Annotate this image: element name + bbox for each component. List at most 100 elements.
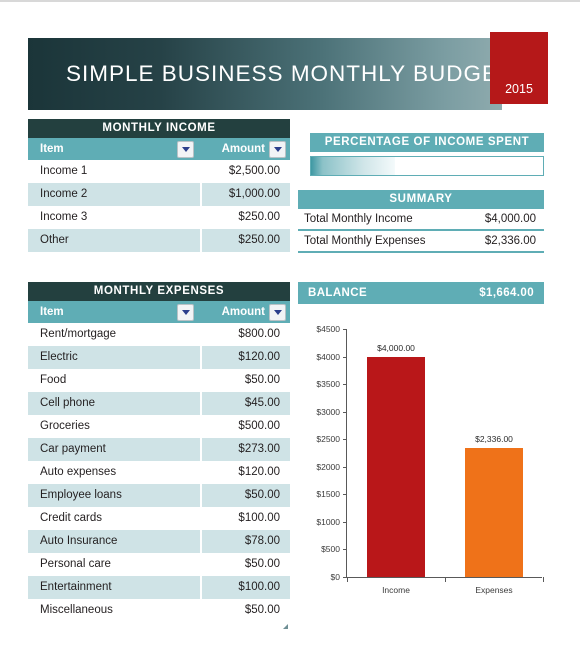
percentage-spent-fill — [311, 157, 395, 175]
percentage-spent-title: PERCENTAGE OF INCOME SPENT — [310, 133, 544, 152]
resize-handle-icon[interactable] — [283, 624, 288, 629]
table-row[interactable]: Cell phone $45.00 — [28, 392, 290, 415]
table-row[interactable]: Credit cards $100.00 — [28, 507, 290, 530]
table-row[interactable]: Auto Insurance $78.00 — [28, 530, 290, 553]
chart-y-tick-label: $1500 — [316, 489, 347, 499]
expenses-col-item-label: Item — [40, 306, 64, 318]
filter-dropdown-icon[interactable] — [177, 303, 194, 321]
income-item-name: Other — [28, 229, 200, 252]
table-row[interactable]: Electric $120.00 — [28, 346, 290, 369]
income-col-amount: Amount — [198, 140, 290, 158]
percentage-spent-panel: PERCENTAGE OF INCOME SPENT — [310, 133, 544, 176]
chart-x-tick-mark — [347, 577, 348, 582]
chart-x-tick-mark — [445, 577, 446, 582]
year-badge: 2015 — [490, 32, 548, 104]
expense-item-name: Auto expenses — [40, 466, 117, 478]
chart-y-tick-label: $500 — [321, 544, 347, 554]
expense-item-name: Credit cards — [40, 512, 102, 524]
percentage-spent-progressbar — [310, 156, 544, 176]
expense-item-name: Auto Insurance — [28, 530, 200, 553]
expenses-col-amount: Amount — [198, 303, 290, 321]
filter-dropdown-icon[interactable] — [269, 140, 286, 158]
header-gradient-band: SIMPLE BUSINESS MONTHLY BUDGET — [28, 38, 512, 110]
income-col-item-label: Item — [40, 143, 64, 155]
chart-y-tick-label: $1000 — [316, 517, 347, 527]
expense-item-name: Rent/mortgage — [40, 328, 117, 340]
chart-plot-area: $0 $500 $1000 $1500 $2000 $2500 $3000 $3500 $400… — [316, 324, 544, 595]
expenses-col-amount-label: Amount — [221, 306, 265, 318]
expense-item-amount: $45.00 — [202, 392, 290, 415]
table-row[interactable]: Food $50.00 — [28, 369, 290, 392]
income-column-header: Item Amount — [28, 138, 290, 160]
budget-bar-chart: $0 $500 $1000 $1500 $2000 $2500 $3000 $3500 $400… — [298, 320, 548, 610]
table-row[interactable]: Miscellaneous $50.00 — [28, 599, 290, 622]
income-item-name: Income 2 — [28, 183, 200, 206]
expenses-column-header: Item Amount — [28, 301, 290, 323]
chart-y-tick-label: $3500 — [316, 379, 347, 389]
expense-item-amount: $100.00 — [238, 512, 280, 524]
expense-item-name: Employee loans — [28, 484, 200, 507]
year-badge-label: 2015 — [505, 82, 533, 96]
summary-row-label: Total Monthly Income — [304, 213, 413, 225]
expense-item-amount: $50.00 — [244, 604, 280, 616]
expense-item-amount: $78.00 — [202, 530, 290, 553]
table-row[interactable]: Groceries $500.00 — [28, 415, 290, 438]
expense-item-name: Cell phone — [28, 392, 200, 415]
balance-bar: BALANCE $1,664.00 — [298, 282, 544, 304]
chart-y-tick-label: $4000 — [316, 352, 347, 362]
filter-dropdown-icon[interactable] — [177, 140, 194, 158]
summary-row-value: $2,336.00 — [484, 235, 536, 247]
summary-row-total-income: Total Monthly Income $4,000.00 — [298, 209, 544, 231]
income-item-amount: $2,500.00 — [228, 165, 280, 177]
income-item-name: Income 1 — [40, 165, 88, 177]
expense-item-name: Food — [40, 374, 67, 386]
table-row[interactable]: Other $250.00 — [28, 229, 290, 252]
chart-y-tick-label: $2000 — [316, 462, 347, 472]
monthly-income-title: MONTHLY INCOME — [28, 119, 290, 138]
chart-y-tick-label: $2500 — [316, 434, 347, 444]
page-header: SIMPLE BUSINESS MONTHLY BUDGET 2015 — [28, 32, 548, 110]
monthly-income-panel: MONTHLY INCOME Item Amount Income 1 $2,5… — [28, 119, 290, 252]
expenses-col-item: Item — [28, 303, 198, 321]
summary-row-total-expenses: Total Monthly Expenses $2,336.00 — [298, 231, 544, 253]
expense-item-amount: $100.00 — [202, 576, 290, 599]
expense-item-name: Entertainment — [28, 576, 200, 599]
summary-panel: SUMMARY Total Monthly Income $4,000.00 T… — [298, 190, 544, 253]
table-row[interactable]: Income 1 $2,500.00 — [28, 160, 290, 183]
income-col-amount-label: Amount — [221, 143, 265, 155]
table-row[interactable]: Car payment $273.00 — [28, 438, 290, 461]
income-item-amount: $250.00 — [238, 211, 280, 223]
expense-item-amount: $120.00 — [202, 346, 290, 369]
income-item-amount: $250.00 — [202, 229, 290, 252]
summary-row-label: Total Monthly Expenses — [304, 235, 426, 247]
expense-item-name: Miscellaneous — [40, 604, 113, 616]
expense-item-amount: $50.00 — [244, 374, 280, 386]
chart-bar: $4,000.00 Income — [367, 343, 425, 595]
expense-item-amount: $120.00 — [238, 466, 280, 478]
chart-y-tick-label: $4500 — [316, 324, 347, 334]
expense-item-amount: $500.00 — [238, 420, 280, 432]
summary-title: SUMMARY — [298, 190, 544, 209]
chart-x-tick-mark — [543, 577, 544, 582]
expense-item-name: Personal care — [40, 558, 111, 570]
balance-value: $1,664.00 — [479, 287, 534, 299]
income-item-name: Income 3 — [40, 211, 88, 223]
monthly-expenses-panel: MONTHLY EXPENSES Item Amount Rent/mortga… — [28, 282, 290, 629]
table-row[interactable]: Personal care $50.00 — [28, 553, 290, 576]
table-row[interactable]: Employee loans $50.00 — [28, 484, 290, 507]
chart-y-tick-label: $3000 — [316, 407, 347, 417]
table-row[interactable]: Income 3 $250.00 — [28, 206, 290, 229]
expense-item-amount: $800.00 — [238, 328, 280, 340]
filter-dropdown-icon[interactable] — [269, 303, 286, 321]
income-col-item: Item — [28, 140, 198, 158]
chart-bar: $2,336.00 Expenses — [465, 434, 523, 595]
chart-bar-value-label: $4,000.00 — [377, 342, 415, 353]
table-row[interactable]: Entertainment $100.00 — [28, 576, 290, 599]
table-row[interactable]: Rent/mortgage $800.00 — [28, 323, 290, 346]
chart-bar-value-label: $2,336.00 — [475, 434, 513, 445]
expense-item-amount: $50.00 — [244, 558, 280, 570]
expense-item-amount: $50.00 — [202, 484, 290, 507]
table-row[interactable]: Income 2 $1,000.00 — [28, 183, 290, 206]
chart-y-tick-label: $0 — [331, 572, 348, 582]
table-row[interactable]: Auto expenses $120.00 — [28, 461, 290, 484]
